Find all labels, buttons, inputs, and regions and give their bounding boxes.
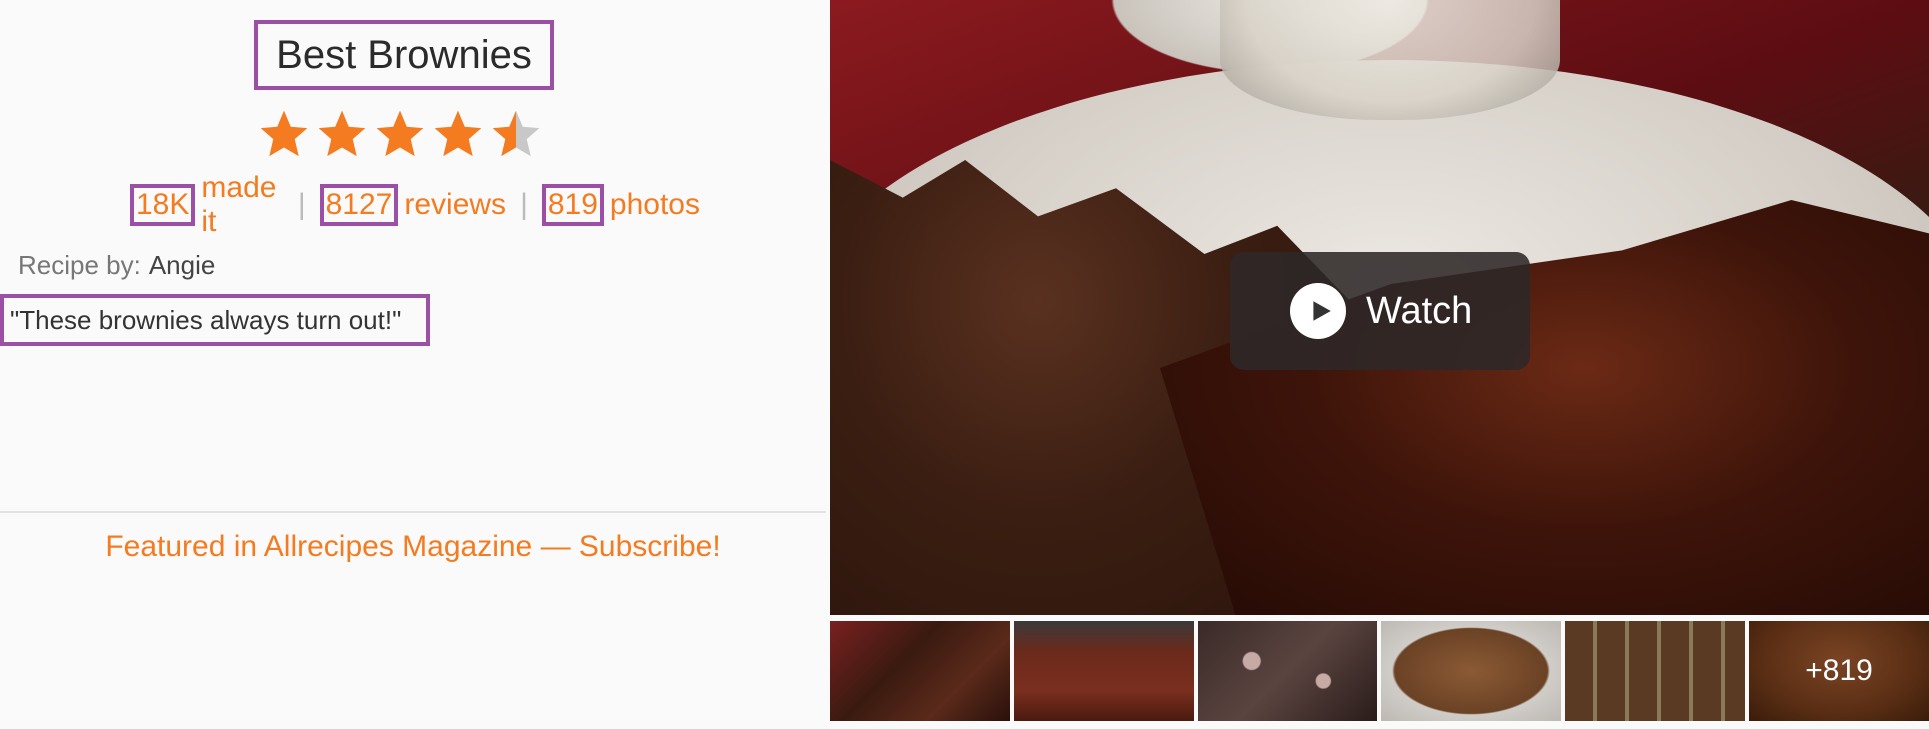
made-count[interactable]: 18K — [130, 184, 196, 226]
photos-label[interactable]: photos — [610, 188, 700, 222]
recipe-byline: Recipe by: Angie — [18, 250, 215, 281]
star-icon — [430, 106, 488, 162]
star-icon — [256, 106, 314, 162]
author-link[interactable]: Angie — [149, 250, 216, 280]
photo-thumbnail[interactable] — [1197, 621, 1378, 721]
photo-thumbnail[interactable] — [830, 621, 1010, 721]
rating-stars[interactable] — [256, 106, 546, 162]
recipe-description: "These brownies always turn out!" — [0, 294, 430, 346]
made-label[interactable]: made it — [201, 171, 283, 239]
recipe-summary-panel: Best Brownies 18K made it | 8127 reviews… — [0, 0, 826, 729]
star-icon — [372, 106, 430, 162]
reviews-count[interactable]: 8127 — [319, 184, 399, 226]
milk-glass-shape — [1220, 0, 1560, 120]
play-icon — [1290, 283, 1346, 339]
photo-thumbnail[interactable] — [1381, 621, 1562, 721]
watch-video-button[interactable]: Watch — [1230, 252, 1530, 370]
separator: | — [297, 188, 306, 221]
half-star-icon — [488, 106, 546, 162]
recipe-stats: 18K made it | 8127 reviews | 819 photos — [130, 171, 700, 238]
photo-thumbnail[interactable] — [1013, 621, 1194, 721]
more-photos-thumbnail[interactable]: +819 — [1749, 621, 1929, 721]
watch-label: Watch — [1366, 289, 1473, 332]
recipe-by-label: Recipe by: — [18, 250, 141, 280]
star-icon — [314, 106, 372, 162]
divider — [0, 511, 826, 513]
more-photos-count: +819 — [1805, 654, 1873, 687]
recipe-title: Best Brownies — [254, 20, 554, 90]
separator: | — [520, 188, 528, 221]
featured-subscribe-link[interactable]: Featured in Allrecipes Magazine — Subscr… — [0, 530, 826, 564]
reviews-label[interactable]: reviews — [404, 188, 506, 222]
photos-count[interactable]: 819 — [541, 184, 604, 226]
photo-thumbnail[interactable] — [1565, 621, 1746, 721]
photo-thumbnail-strip: +819 — [830, 621, 1929, 721]
